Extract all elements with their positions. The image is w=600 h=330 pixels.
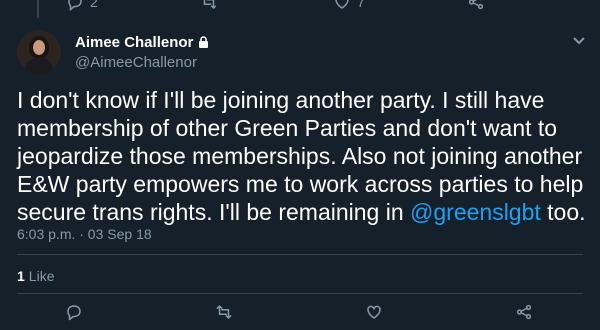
like-label: Like (28, 268, 55, 284)
tweet-options-button[interactable] (572, 33, 586, 52)
chevron-down-icon (573, 37, 585, 45)
previous-tweet-action-bar: 2 7 (0, 0, 600, 18)
retweet-icon (216, 305, 232, 319)
author-display-name-row[interactable]: Aimee Challenor (75, 34, 209, 51)
heart-icon (367, 305, 381, 319)
heart-icon (335, 0, 349, 9)
divider (17, 254, 583, 255)
divider (17, 293, 583, 294)
previous-like-action[interactable]: 7 (333, 0, 365, 11)
reply-icon (68, 0, 82, 11)
share-icon (516, 304, 532, 320)
previous-retweet-action[interactable] (200, 0, 218, 11)
tweet-timestamp[interactable]: 6:03 p.m. · 03 Sep 18 (17, 226, 152, 242)
tweet-text: I don't know if I'll be joining another … (17, 86, 587, 226)
lock-icon (199, 36, 209, 48)
previous-share-action[interactable] (467, 0, 485, 11)
like-button[interactable] (364, 302, 384, 322)
author-handle[interactable]: @AimeeChallenor (75, 54, 209, 71)
retweet-icon (203, 0, 217, 10)
tweet-action-bar (0, 302, 600, 324)
tweet-text-tail: too. (540, 199, 586, 225)
previous-like-count: 7 (357, 0, 365, 10)
like-count-summary[interactable]: 1 Like (17, 268, 54, 284)
previous-reply-count: 2 (90, 0, 98, 10)
reply-icon (67, 305, 81, 321)
tweet-header: Aimee Challenor @AimeeChallenor (17, 30, 209, 74)
share-icon (468, 0, 484, 10)
share-button[interactable] (514, 302, 534, 322)
retweet-button[interactable] (214, 302, 234, 322)
like-count: 1 (17, 268, 25, 284)
reply-button[interactable] (64, 302, 84, 322)
avatar[interactable] (17, 30, 61, 74)
mention-link[interactable]: @greenslgbt (410, 199, 541, 225)
author-info: Aimee Challenor @AimeeChallenor (75, 34, 209, 71)
thread-connector-line (37, 0, 39, 18)
previous-reply-action[interactable]: 2 (66, 0, 98, 11)
author-display-name[interactable]: Aimee Challenor (75, 34, 193, 51)
